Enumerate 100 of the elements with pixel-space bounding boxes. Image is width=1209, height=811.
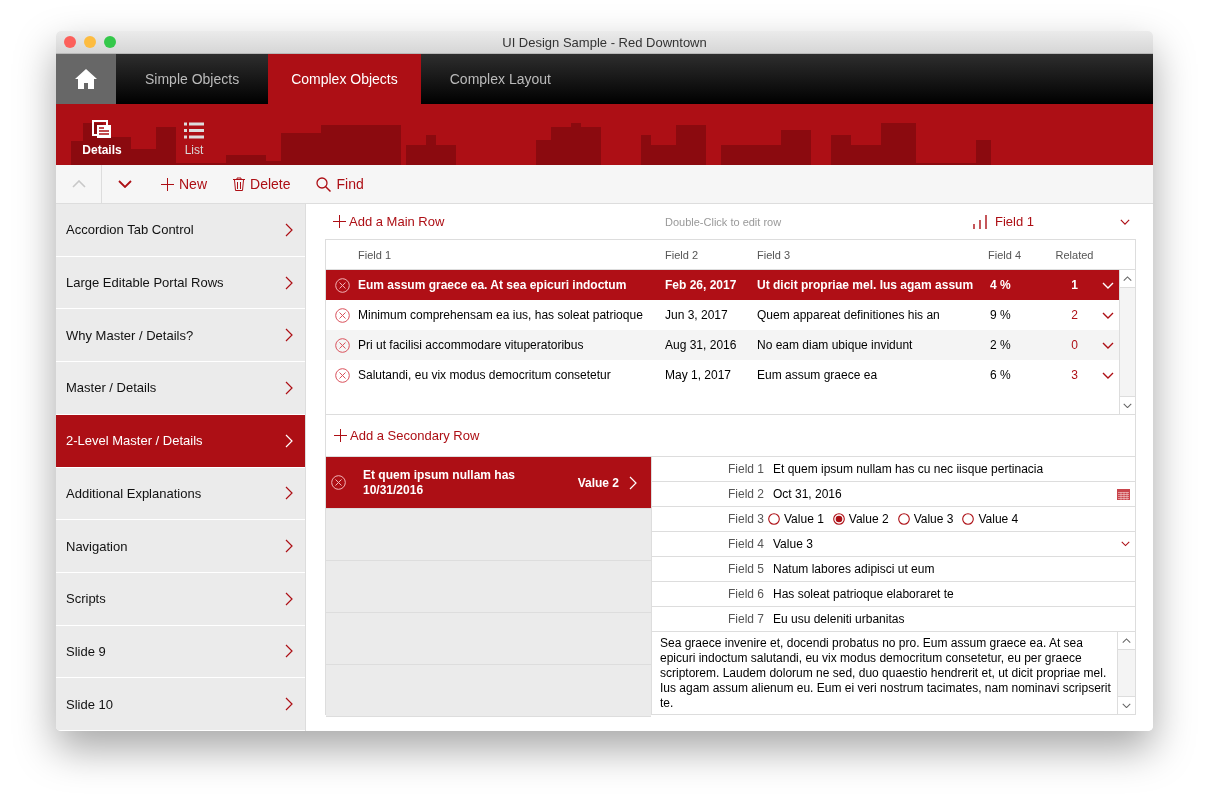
chevron-right-icon bbox=[285, 539, 293, 554]
related-count: 3 bbox=[1070, 368, 1079, 382]
delete-button[interactable]: Delete bbox=[220, 165, 304, 203]
chevron-right-icon bbox=[285, 222, 293, 237]
plus-icon bbox=[161, 177, 174, 191]
chevron-right-icon bbox=[285, 433, 293, 448]
new-button[interactable]: New bbox=[148, 165, 220, 203]
table-cell-text: Salutandi, eu vix modus democritum consetetur bbox=[358, 368, 612, 382]
chevron-down-icon[interactable] bbox=[1121, 541, 1130, 547]
nav-tab[interactable]: Simple Objects bbox=[116, 54, 269, 104]
field-label: Field 4 bbox=[726, 537, 765, 551]
column-header[interactable]: Field 1 bbox=[358, 248, 665, 261]
table-cell-text: Aug 31, 2016 bbox=[665, 338, 738, 352]
chevron-right-icon bbox=[285, 380, 293, 395]
expand-row-icon[interactable] bbox=[1101, 371, 1114, 379]
delete-row-icon[interactable] bbox=[334, 337, 350, 353]
delete-row-icon[interactable] bbox=[334, 367, 350, 383]
search-icon bbox=[316, 176, 332, 192]
radio-option[interactable]: Value 1 bbox=[768, 512, 824, 526]
delete-row-icon[interactable] bbox=[334, 277, 350, 293]
table-row[interactable]: Eum assum graece ea. At sea epicuri indoctum Feb 26, 2017 Ut dicit propriae mel. Ius agam assum 4 % 1 bbox=[326, 270, 1119, 300]
table-cell-text: Ut dicit propriae mel. Ius agam assum bbox=[757, 278, 975, 292]
related-count: 1 bbox=[1070, 278, 1079, 292]
sidebar-item-label: Large Editable Portal Rows bbox=[66, 275, 224, 291]
radio-icon bbox=[768, 513, 780, 525]
scroll-down-icon[interactable] bbox=[1122, 702, 1131, 709]
table-cell-text: 6 % bbox=[989, 368, 1012, 382]
radio-icon bbox=[832, 513, 845, 525]
field-label: Field 1 bbox=[726, 462, 765, 476]
radio-option[interactable]: Value 4 bbox=[962, 512, 1019, 526]
sidebar-item-label: Additional Explanations bbox=[66, 485, 202, 501]
table-cell-text: Eum assum graece ea bbox=[757, 368, 879, 382]
nav-tab[interactable]: Complex Layout bbox=[420, 54, 580, 104]
sidebar-item-label: Navigation bbox=[66, 538, 128, 554]
field-value[interactable]: Et quem ipsum nullam has cu nec iisque pertinacia bbox=[773, 462, 1135, 476]
field-label: Field 5 bbox=[726, 562, 765, 576]
hint-text: Double-Click to edit row bbox=[665, 215, 783, 228]
chevron-right-icon bbox=[285, 697, 293, 712]
sidebar-item-label: Master / Details bbox=[66, 380, 157, 396]
field-label: Field 6 bbox=[726, 587, 765, 601]
layout-switch-button[interactable]: Details bbox=[70, 104, 134, 165]
sort-field-dropdown[interactable]: Field 1 bbox=[973, 214, 1136, 229]
scroll-down-icon[interactable] bbox=[1123, 402, 1132, 409]
column-header[interactable]: Field 4 bbox=[982, 248, 1053, 261]
notes-text[interactable]: Sea graece invenire et, docendi probatus no pro. Eum assum graece ea. At sea epicuri indoctum salutandi, eu vix modus democritum consetetur, eu per graece scriptorem. Laudem dolorum ne sed, duo quaestio hendrerit et, ut dicit propriae mel. Ius agam assum alienum eu. Eum ei veri nostrum tacimates, nam nominavi scripserit te. bbox=[652, 632, 1117, 714]
delete-row-icon[interactable] bbox=[331, 475, 346, 490]
table-cell-text: Minimum comprehensam ea ius, has soleat patrioque bbox=[358, 308, 644, 322]
chevron-down-icon[interactable] bbox=[1120, 218, 1130, 225]
field-label: Field 2 bbox=[726, 487, 765, 501]
expand-row-icon[interactable] bbox=[1101, 311, 1114, 319]
dropdown-field[interactable]: Value 3 bbox=[773, 537, 1121, 551]
close-window-button[interactable] bbox=[64, 36, 76, 48]
scroll-up-icon[interactable] bbox=[1122, 637, 1131, 644]
sidebar-item-label: Accordion Tab Control bbox=[66, 222, 194, 238]
table-cell-text: 9 % bbox=[989, 308, 1012, 322]
home-button[interactable] bbox=[56, 54, 116, 104]
table-cell-text: 2 % bbox=[989, 338, 1012, 352]
scroll-up-icon[interactable] bbox=[1123, 275, 1132, 282]
chevron-right-icon bbox=[285, 486, 293, 501]
field-value[interactable]: Has soleat patrioque elaboraret te bbox=[773, 587, 1135, 601]
table-cell-text: Jun 3, 2017 bbox=[665, 308, 729, 322]
find-button[interactable]: Find bbox=[303, 165, 377, 203]
chevron-right-icon bbox=[285, 591, 293, 606]
plus-icon bbox=[333, 215, 346, 228]
add-main-row-button[interactable]: Add a Main Row bbox=[325, 214, 665, 229]
radio-icon bbox=[962, 513, 975, 525]
sidebar-item[interactable]: 2-Level Master / Details bbox=[56, 414, 305, 468]
details-icon bbox=[92, 120, 112, 139]
column-header[interactable]: Field 2 bbox=[665, 248, 757, 261]
column-header[interactable]: Field 3 bbox=[757, 248, 982, 261]
date-field[interactable]: Oct 31, 2016 bbox=[773, 487, 1117, 501]
table-cell-text: 4 % bbox=[989, 278, 1012, 292]
delete-row-icon[interactable] bbox=[334, 307, 350, 323]
radio-option[interactable]: Value 2 bbox=[832, 512, 889, 526]
calendar-icon[interactable] bbox=[1117, 488, 1130, 500]
radio-option[interactable]: Value 3 bbox=[897, 512, 954, 526]
expand-row-icon[interactable] bbox=[1101, 341, 1114, 349]
related-count: 2 bbox=[1070, 308, 1079, 322]
row-value: Value 2 bbox=[577, 475, 619, 490]
add-secondary-row-button[interactable]: Add a Secondary Row bbox=[326, 428, 480, 443]
field-value[interactable]: Eu usu deleniti urbanitas bbox=[773, 612, 1135, 626]
scrollbar[interactable] bbox=[1119, 270, 1135, 414]
field-value[interactable]: Natum labores adipisci ut eum bbox=[773, 562, 1135, 576]
chevron-down-icon bbox=[118, 180, 132, 188]
table-cell-text: Feb 26, 2017 bbox=[665, 278, 738, 292]
column-header[interactable]: Related bbox=[1053, 248, 1096, 261]
table-cell-text: Pri ut facilisi accommodare vituperatoribus bbox=[358, 338, 585, 352]
nav-tab[interactable]: Complex Objects bbox=[268, 54, 421, 104]
scrollbar[interactable] bbox=[1117, 632, 1135, 714]
table-row[interactable]: Pri ut facilisi accommodare vituperatoribus Aug 31, 2016 No eam diam ubique invidunt 2 % 0 bbox=[326, 330, 1119, 360]
trash-icon bbox=[233, 177, 245, 191]
sidebar-item-label: Scripts bbox=[66, 591, 106, 607]
table-cell-text: Eum assum graece ea. At sea epicuri indoctum bbox=[358, 278, 628, 292]
plus-icon bbox=[334, 429, 347, 442]
sidebar-item-label: Why Master / Details? bbox=[66, 327, 194, 343]
list-row[interactable]: Et quem ipsum nullam has 10/31/2016 Value 2 bbox=[326, 457, 651, 509]
layout-switch-button[interactable]: List bbox=[162, 104, 226, 165]
home-icon bbox=[74, 68, 98, 90]
row-text: Et quem ipsum nullam has 10/31/2016 bbox=[363, 467, 517, 498]
table-cell-text: Quem appareat definitiones his an bbox=[757, 308, 941, 322]
